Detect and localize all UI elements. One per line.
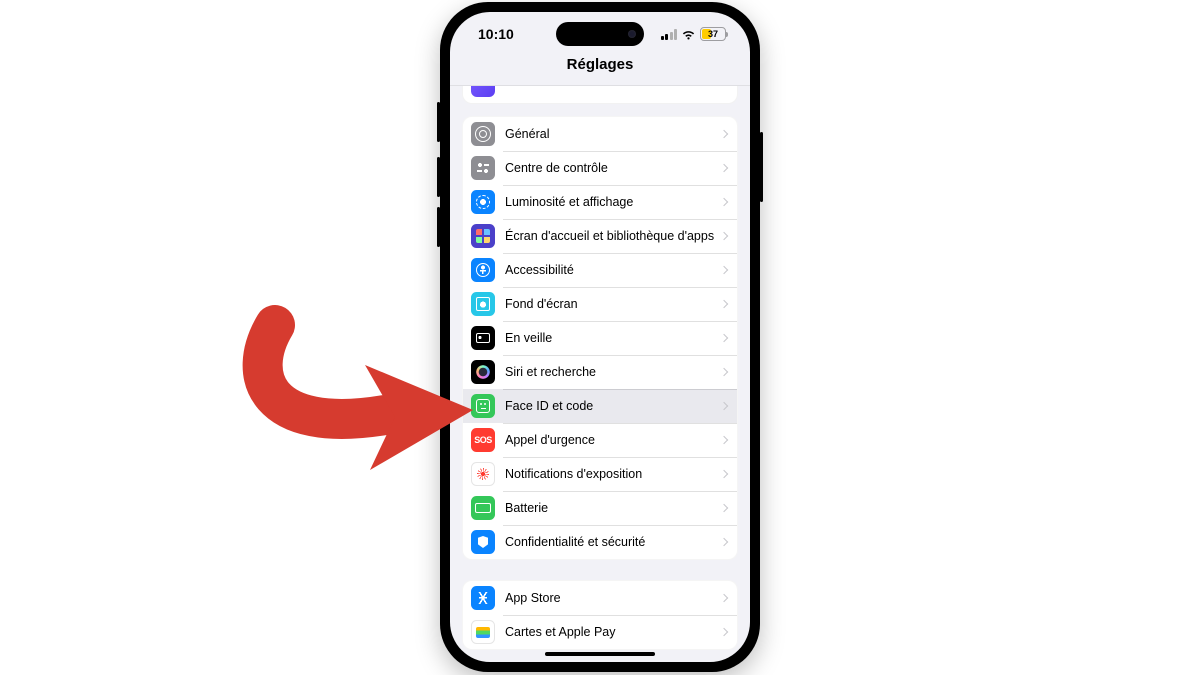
phone-screen: 10:10 37 Réglages Général: [450, 12, 750, 662]
chevron-right-icon: [720, 594, 728, 602]
row-display[interactable]: Luminosité et affichage: [463, 185, 737, 219]
chevron-right-icon: [720, 334, 728, 342]
label: En veille: [505, 331, 721, 345]
row-standby[interactable]: En veille: [463, 321, 737, 355]
chevron-right-icon: [720, 130, 728, 138]
label: Fond d'écran: [505, 297, 721, 311]
settings-group-store: App Store Cartes et Apple Pay: [462, 580, 738, 650]
row-privacy[interactable]: Confidentialité et sécurité: [463, 525, 737, 559]
label: Face ID et code: [505, 399, 721, 413]
settings-group-main: Général Centre de contrôle Luminosité et…: [462, 116, 738, 560]
row-face-id[interactable]: Face ID et code: [463, 389, 737, 423]
battery-percent: 37: [703, 28, 723, 40]
annotation-arrow: [235, 305, 485, 475]
row-general[interactable]: Général: [463, 117, 737, 151]
label: Luminosité et affichage: [505, 195, 721, 209]
chevron-right-icon: [720, 368, 728, 376]
label: Notifications d'exposition: [505, 467, 721, 481]
battery-icon: 37: [700, 27, 726, 41]
chevron-right-icon: [720, 470, 728, 478]
row-accessibility[interactable]: Accessibilité: [463, 253, 737, 287]
app-store-icon: [471, 586, 495, 610]
chevron-right-icon: [720, 402, 728, 410]
row-wallet[interactable]: Cartes et Apple Pay: [463, 615, 737, 649]
label: Cartes et Apple Pay: [505, 625, 721, 639]
label: Général: [505, 127, 721, 141]
row-siri[interactable]: Siri et recherche: [463, 355, 737, 389]
status-time: 10:10: [478, 26, 514, 42]
chevron-right-icon: [720, 164, 728, 172]
chevron-right-icon: [720, 232, 728, 240]
label: Batterie: [505, 501, 721, 515]
chevron-right-icon: [720, 538, 728, 546]
battery-settings-icon: [471, 496, 495, 520]
chevron-right-icon: [720, 628, 728, 636]
row-emergency-sos[interactable]: SOS Appel d'urgence: [463, 423, 737, 457]
label: Centre de contrôle: [505, 161, 721, 175]
chevron-right-icon: [720, 300, 728, 308]
row-battery[interactable]: Batterie: [463, 491, 737, 525]
wallet-icon: [471, 620, 495, 644]
chevron-right-icon: [720, 198, 728, 206]
row-home-screen[interactable]: Écran d'accueil et bibliothèque d'apps: [463, 219, 737, 253]
dynamic-island: [556, 22, 644, 46]
previous-group-peek: [462, 86, 738, 104]
label: Écran d'accueil et bibliothèque d'apps: [505, 229, 721, 243]
row-control-center[interactable]: Centre de contrôle: [463, 151, 737, 185]
phone-frame: 10:10 37 Réglages Général: [440, 2, 760, 672]
row-wallpaper[interactable]: Fond d'écran: [463, 287, 737, 321]
settings-scroll-area[interactable]: Général Centre de contrôle Luminosité et…: [450, 86, 750, 662]
app-grid-icon: [471, 224, 495, 248]
label: App Store: [505, 591, 721, 605]
cellular-signal-icon: [661, 29, 678, 40]
row-app-store[interactable]: App Store: [463, 581, 737, 615]
chevron-right-icon: [720, 504, 728, 512]
label: Siri et recherche: [505, 365, 721, 379]
row-exposure-notifications[interactable]: Notifications d'exposition: [463, 457, 737, 491]
chevron-right-icon: [720, 266, 728, 274]
navbar-title: Réglages: [450, 56, 750, 86]
brightness-icon: [471, 190, 495, 214]
chevron-right-icon: [720, 436, 728, 444]
label: Accessibilité: [505, 263, 721, 277]
accessibility-icon: [471, 258, 495, 282]
home-indicator[interactable]: [545, 652, 655, 656]
sliders-icon: [471, 156, 495, 180]
label: Appel d'urgence: [505, 433, 721, 447]
gear-icon: [471, 122, 495, 146]
privacy-hand-icon: [471, 530, 495, 554]
label: Confidentialité et sécurité: [505, 535, 721, 549]
wifi-icon: [681, 29, 696, 40]
